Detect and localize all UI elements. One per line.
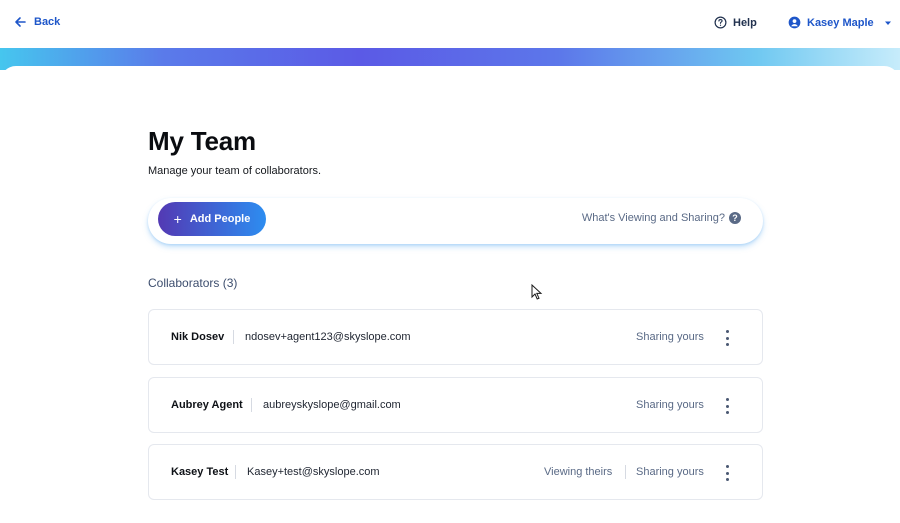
kebab-menu-icon[interactable]: [724, 330, 730, 346]
divider: [625, 465, 626, 479]
back-label: Back: [34, 16, 61, 28]
question-icon: ?: [729, 212, 741, 224]
collaborator-name: Kasey Test: [171, 466, 229, 478]
page-subtitle: Manage your team of collaborators.: [148, 165, 322, 177]
collaborator-row: Nik Dosev ndosev+agent123@skyslope.com S…: [148, 309, 763, 365]
sharing-status: Sharing yours: [636, 466, 704, 478]
help-label: Help: [733, 16, 757, 29]
collaborator-email: Kasey+test@skyslope.com: [247, 466, 380, 478]
user-circle-icon: [788, 16, 801, 29]
sharing-status: Sharing yours: [636, 331, 704, 343]
mouse-cursor-icon: [531, 284, 543, 300]
add-people-button[interactable]: + Add People: [158, 202, 266, 236]
divider: [235, 465, 236, 479]
add-people-label: Add People: [189, 213, 251, 225]
chevron-down-icon: [884, 21, 891, 25]
viewing-status: Viewing theirs: [544, 466, 613, 478]
collaborator-email: ndosev+agent123@skyslope.com: [245, 331, 411, 343]
question-circle-icon: [714, 16, 727, 29]
arrow-left-icon: [15, 17, 26, 27]
kebab-menu-icon[interactable]: [724, 465, 730, 481]
collaborator-row: Aubrey Agent aubreyskyslope@gmail.com Sh…: [148, 377, 763, 433]
collaborator-email: aubreyskyslope@gmail.com: [263, 399, 401, 411]
collaborator-row: Kasey Test Kasey+test@skyslope.com Viewi…: [148, 444, 763, 500]
sharing-status: Sharing yours: [636, 399, 704, 411]
user-name: Kasey Maple: [807, 16, 874, 29]
divider: [251, 398, 252, 412]
collaborators-heading: Collaborators (3): [148, 276, 238, 290]
action-bar: + Add People What's Viewing and Sharing?…: [148, 198, 763, 244]
kebab-menu-icon[interactable]: [724, 398, 730, 414]
collaborator-name: Aubrey Agent: [171, 399, 243, 411]
user-menu[interactable]: Kasey Maple: [788, 16, 892, 29]
back-link[interactable]: Back: [14, 16, 60, 28]
collaborator-name: Nik Dosev: [171, 331, 225, 343]
help-link[interactable]: Help: [714, 16, 757, 29]
page-title: My Team: [148, 126, 256, 156]
whats-viewing-label: What's Viewing and Sharing?: [581, 212, 725, 224]
whats-viewing-sharing-link[interactable]: What's Viewing and Sharing? ?: [582, 212, 741, 224]
divider: [233, 330, 234, 344]
plus-icon: +: [173, 211, 182, 227]
top-bar: Back Help Kasey Maple: [0, 0, 900, 48]
